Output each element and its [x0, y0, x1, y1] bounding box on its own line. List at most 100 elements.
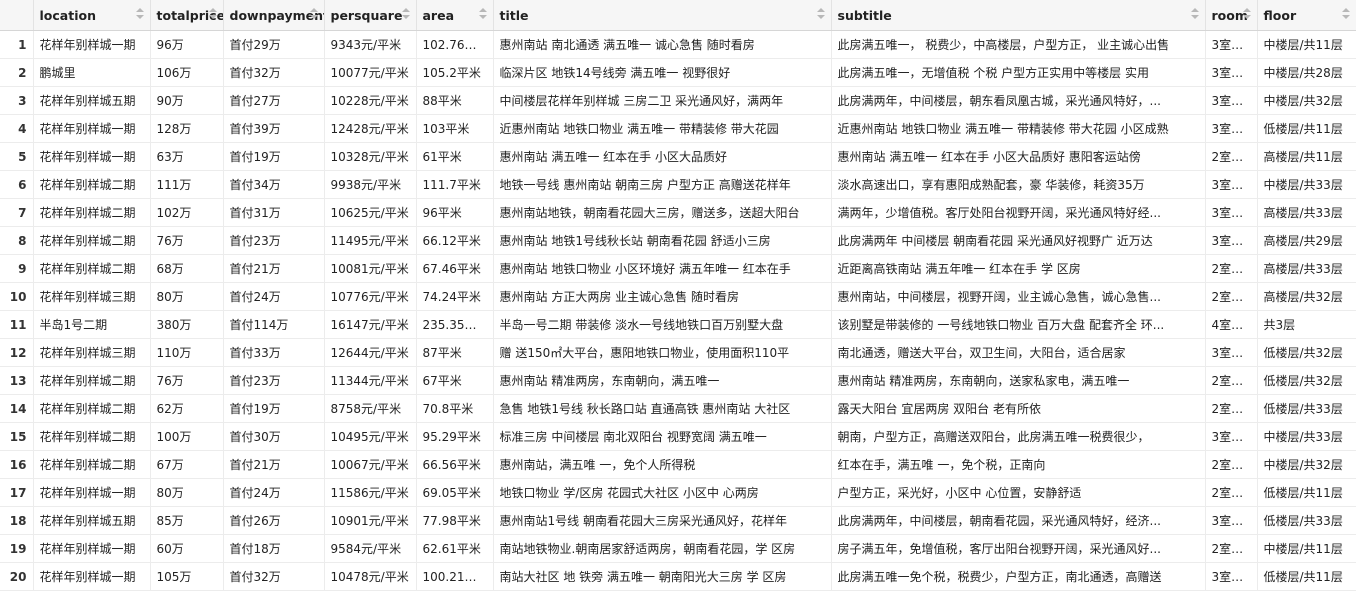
- cell-room: 2室1厅: [1205, 366, 1258, 395]
- table-row[interactable]: 19 花样年别样城一期 60万 首付18万 9584元/平米 62.61平米 南站地铁物业.…: [0, 534, 1356, 563]
- cell-location: 花样年别样城一期: [33, 142, 151, 171]
- sort-icon[interactable]: [1341, 8, 1350, 20]
- cell-subtitle: 惠州南站，中间楼层，视野开阔，业主诚心急售，诚心急售...: [831, 282, 1206, 311]
- column-header-area[interactable]: area: [416, 0, 494, 31]
- cell-location: 花样年别样城五期: [33, 506, 151, 535]
- column-header-room[interactable]: room: [1205, 0, 1258, 31]
- cell-location: 花样年别样城一期: [33, 114, 151, 143]
- table-row[interactable]: 17 花样年别样城一期 80万 首付24万 11586元/平米 69.05平米 地铁口物业 …: [0, 478, 1356, 507]
- cell-room: 3室2厅: [1205, 114, 1258, 143]
- column-header-floor[interactable]: floor: [1257, 0, 1356, 31]
- row-number-cell: 19: [0, 534, 34, 563]
- cell-totalprice: 68万: [150, 254, 224, 283]
- column-header-totalprice[interactable]: totalprice: [150, 0, 224, 31]
- cell-area: 102.76平米: [416, 30, 494, 59]
- cell-floor: 高楼层/共33层: [1257, 254, 1356, 283]
- cell-floor: 高楼层/共11层: [1257, 142, 1356, 171]
- cell-title: 惠州南站地铁，朝南看花园大三房，赠送多，送超大阳台: [493, 198, 832, 227]
- cell-area: 111.7平米: [416, 170, 494, 199]
- column-header-title[interactable]: title: [493, 0, 832, 31]
- cell-title: 赠 送150㎡大平台，惠阳地铁口物业，使用面积110平: [493, 338, 832, 367]
- cell-downpayment: 首付30万: [223, 422, 325, 451]
- table-row[interactable]: 16 花样年别样城二期 67万 首付21万 10067元/平米 66.56平米 惠州南站，满…: [0, 450, 1356, 479]
- cell-persquare: 11495元/平米: [324, 226, 417, 255]
- table-row[interactable]: 8 花样年别样城二期 76万 首付23万 11495元/平米 66.12平米 惠州南站 地铁…: [0, 226, 1356, 255]
- row-number-cell: 12: [0, 338, 34, 367]
- cell-floor: 低楼层/共33层: [1257, 394, 1356, 423]
- row-number-cell: 10: [0, 282, 34, 311]
- cell-room: 2室2厅: [1205, 282, 1258, 311]
- table-row[interactable]: 9 花样年别样城二期 68万 首付21万 10081元/平米 67.46平米 惠州南站 地铁…: [0, 254, 1356, 283]
- table-row[interactable]: 18 花样年别样城五期 85万 首付26万 10901元/平米 77.98平米 惠州南站1号…: [0, 506, 1356, 535]
- cell-totalprice: 100万: [150, 422, 224, 451]
- cell-subtitle: 近惠州南站 地铁口物业 满五唯一 带精装修 带大花园 小区成熟: [831, 114, 1206, 143]
- table-row[interactable]: 11 半岛1号二期 380万 首付114万 16147元/平米 235.35平米 半岛一号二…: [0, 310, 1356, 339]
- cell-area: 100.21平米: [416, 562, 494, 591]
- cell-room: 2室2厅: [1205, 534, 1258, 563]
- column-header-persquare[interactable]: persquare: [324, 0, 417, 31]
- column-header-label: persquare: [330, 7, 403, 23]
- cell-room: 2室2厅: [1205, 450, 1258, 479]
- cell-totalprice: 76万: [150, 226, 224, 255]
- table-row[interactable]: 3 花样年别样城五期 90万 首付27万 10228元/平米 88平米 中间楼层花样年别样城…: [0, 86, 1356, 115]
- cell-subtitle: 红本在手，满五唯 一，免个税，正南向: [831, 450, 1206, 479]
- table-row[interactable]: 2 鹏城里 106万 首付32万 10077元/平米 105.2平米 临深片区 地铁14号线…: [0, 58, 1356, 87]
- table-row[interactable]: 15 花样年别样城二期 100万 首付30万 10495元/平米 95.29平米 标准三房 …: [0, 422, 1356, 451]
- cell-persquare: 8758元/平米: [324, 394, 417, 423]
- cell-persquare: 10495元/平米: [324, 422, 417, 451]
- table-row[interactable]: 5 花样年别样城一期 63万 首付19万 10328元/平米 61平米 惠州南站 满五唯一 …: [0, 142, 1356, 171]
- cell-downpayment: 首付19万: [223, 142, 325, 171]
- sort-icon[interactable]: [309, 8, 318, 20]
- cell-area: 66.12平米: [416, 226, 494, 255]
- cell-location: 花样年别样城五期: [33, 86, 151, 115]
- cell-floor: 中楼层/共11层: [1257, 534, 1356, 563]
- cell-room: 3室2厅: [1205, 198, 1258, 227]
- row-number-cell: 16: [0, 450, 34, 479]
- cell-totalprice: 63万: [150, 142, 224, 171]
- cell-title: 中间楼层花样年别样城 三房二卫 采光通风好，满两年: [493, 86, 832, 115]
- cell-persquare: 10478元/平米: [324, 562, 417, 591]
- table-row[interactable]: 4 花样年别样城一期 128万 首付39万 12428元/平米 103平米 近惠州南站 地铁…: [0, 114, 1356, 143]
- sort-icon[interactable]: [135, 8, 144, 20]
- cell-totalprice: 111万: [150, 170, 224, 199]
- table-row[interactable]: 7 花样年别样城二期 102万 首付31万 10625元/平米 96平米 惠州南站地铁，朝南…: [0, 198, 1356, 227]
- column-header-subtitle[interactable]: subtitle: [831, 0, 1206, 31]
- table-row[interactable]: 14 花样年别样城二期 62万 首付19万 8758元/平米 70.8平米 急售 地铁1号线…: [0, 394, 1356, 423]
- table-row[interactable]: 10 花样年别样城三期 80万 首付24万 10776元/平米 74.24平米 惠州南站 方…: [0, 282, 1356, 311]
- sort-icon[interactable]: [401, 8, 410, 20]
- sort-icon[interactable]: [1242, 8, 1251, 20]
- table-row[interactable]: 12 花样年别样城三期 110万 首付33万 12644元/平米 87平米赠 送150㎡大…: [0, 338, 1356, 367]
- cell-subtitle: 此房满五唯一免个税，税费少，户型方正，南北通透，高赠送: [831, 562, 1206, 591]
- sort-icon[interactable]: [816, 8, 825, 20]
- table-row[interactable]: 20 花样年别样城一期 105万 首付32万 10478元/平米 100.21平米 南站大社…: [0, 562, 1356, 591]
- cell-location: 花样年别样城一期: [33, 534, 151, 563]
- table-row[interactable]: 1 花样年别样城一期 96万 首付29万 9343元/平米 102.76平米 惠州南站 南北…: [0, 30, 1356, 59]
- cell-location: 花样年别样城二期: [33, 226, 151, 255]
- cell-floor: 低楼层/共33层: [1257, 506, 1356, 535]
- cell-floor: 低楼层/共11层: [1257, 562, 1356, 591]
- column-header-location[interactable]: location: [33, 0, 151, 31]
- column-header-downpayment[interactable]: downpayment: [223, 0, 325, 31]
- cell-area: 74.24平米: [416, 282, 494, 311]
- cell-area: 87平米: [416, 338, 494, 367]
- table-row[interactable]: 13 花样年别样城二期 76万 首付23万 11344元/平米 67平米 惠州南站 精准两房…: [0, 366, 1356, 395]
- cell-title: 临深片区 地铁14号线旁 满五唯一 视野很好: [493, 58, 832, 87]
- cell-subtitle: 户型方正，采光好，小区中 心位置，安静舒适: [831, 478, 1206, 507]
- cell-location: 花样年别样城二期: [33, 422, 151, 451]
- cell-title: 惠州南站 方正大两房 业主诚心急售 随时看房: [493, 282, 832, 311]
- column-header-label: area: [422, 7, 455, 23]
- sort-icon[interactable]: [1190, 8, 1199, 20]
- cell-room: 3室2厅: [1205, 30, 1258, 59]
- cell-title: 急售 地铁1号线 秋长路口站 直通高铁 惠州南站 大社区: [493, 394, 832, 423]
- cell-downpayment: 首付29万: [223, 30, 325, 59]
- cell-floor: 低楼层/共32层: [1257, 338, 1356, 367]
- cell-floor: 高楼层/共32层: [1257, 282, 1356, 311]
- sort-icon[interactable]: [478, 8, 487, 20]
- table-row[interactable]: 6 花样年别样城二期 111万 首付34万 9938元/平米 111.7平米 地铁一号线 惠…: [0, 170, 1356, 199]
- cell-area: 96平米: [416, 198, 494, 227]
- cell-room: 3室2厅: [1205, 506, 1258, 535]
- cell-subtitle: 惠州南站 满五唯一 红本在手 小区大品质好 惠阳客运站傍: [831, 142, 1206, 171]
- sort-icon[interactable]: [208, 8, 217, 20]
- cell-area: 61平米: [416, 142, 494, 171]
- cell-room: 3室2厅: [1205, 562, 1258, 591]
